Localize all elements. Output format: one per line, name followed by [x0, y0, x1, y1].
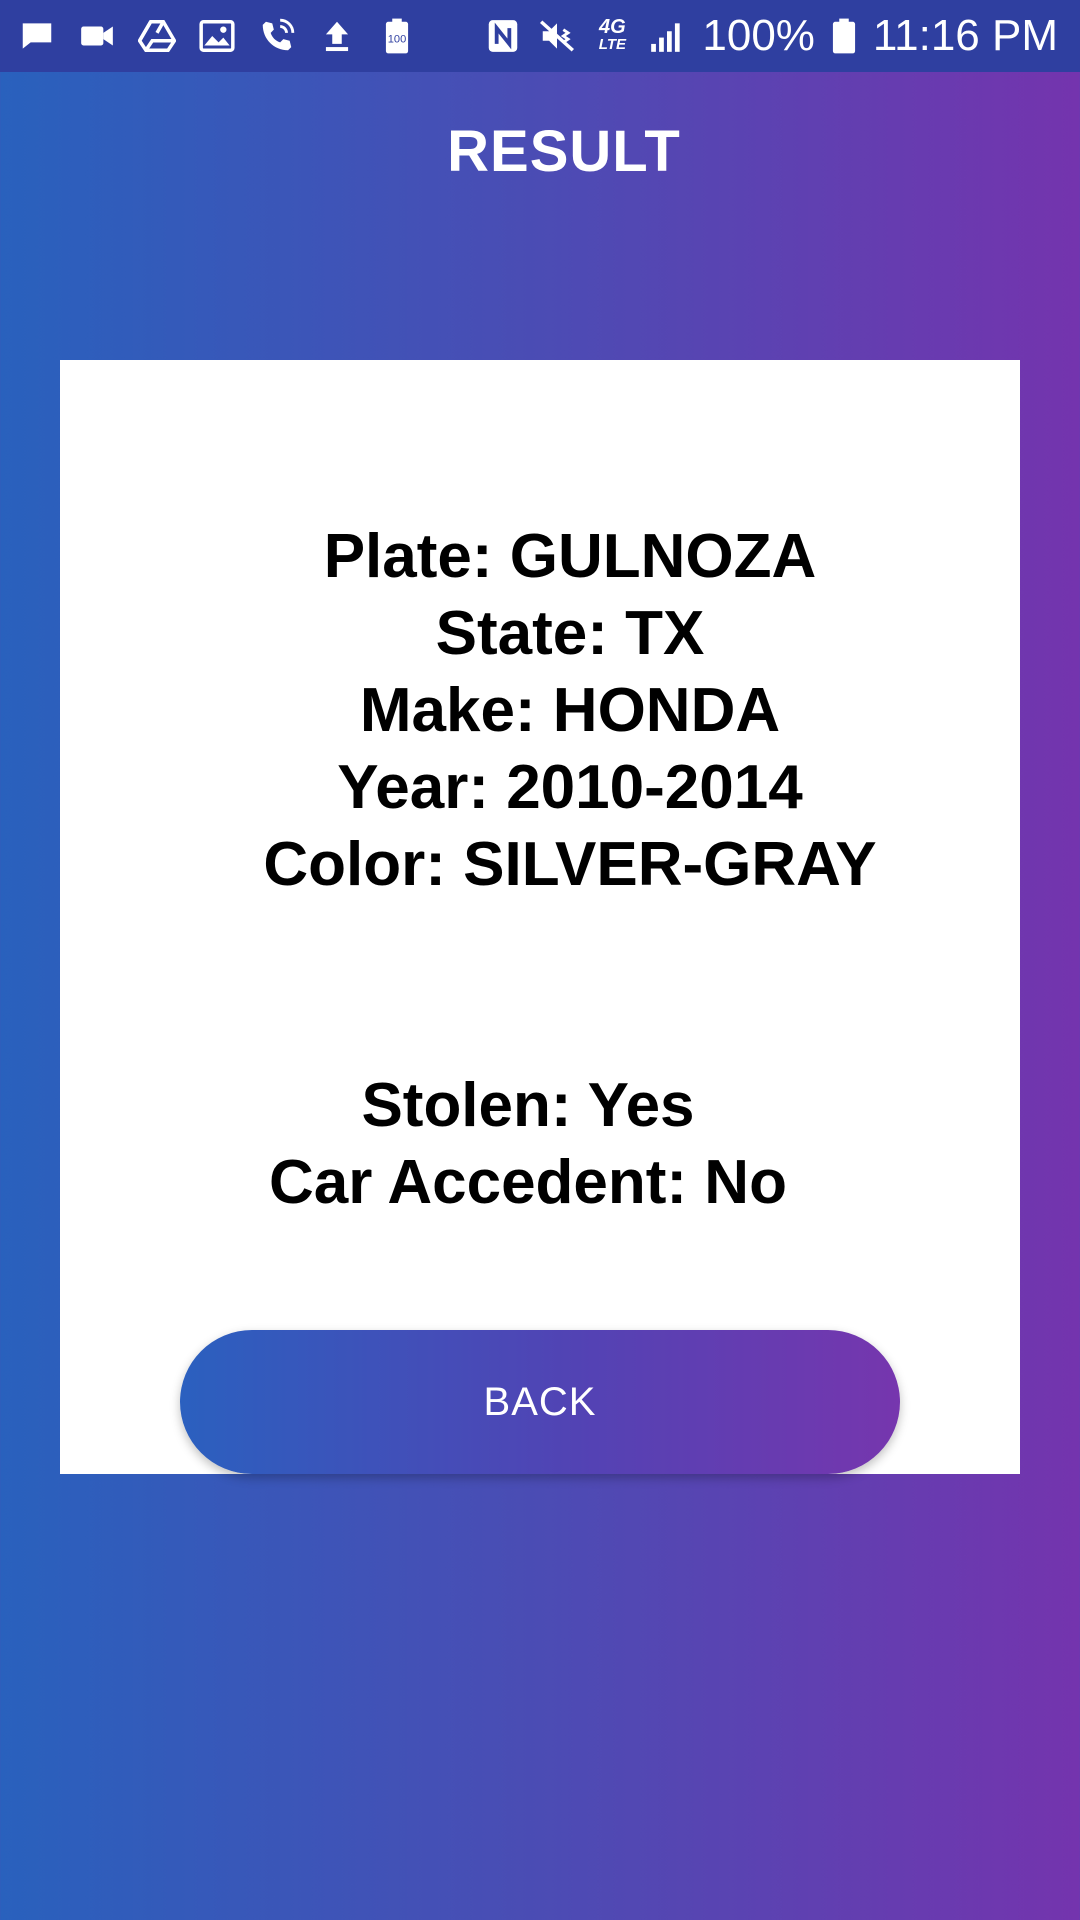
- vehicle-status: Stolen: Yes Car Accedent: No: [60, 1067, 996, 1221]
- plate-text: Plate: GULNOZA: [323, 522, 817, 591]
- battery-small-label: 100: [388, 33, 406, 45]
- status-bar: 100 4G LTE 100% 11:16 PM: [0, 0, 1080, 72]
- make-text: Make: HONDA: [359, 676, 781, 745]
- nfc-icon: [484, 17, 522, 55]
- wifi-call-icon: [258, 17, 296, 55]
- vehicle-info: Plate: GULNOZA State: TX Make: HONDA Yea…: [60, 518, 1080, 903]
- page-title: RESULT: [447, 119, 681, 184]
- status-bar-system: 4G LTE 100% 11:16 PM: [484, 0, 1058, 72]
- video-icon: [78, 17, 116, 55]
- network-label-top: 4G: [599, 16, 626, 38]
- clock: 11:16 PM: [872, 11, 1058, 60]
- status-bar-notifications: 100: [18, 0, 416, 72]
- battery-percent: 100%: [702, 11, 815, 60]
- signal-icon: [648, 17, 686, 55]
- back-button[interactable]: BACK: [180, 1330, 900, 1474]
- color-text: Color: SILVER-GRAY: [263, 830, 877, 899]
- result-card: Plate: GULNOZA State: TX Make: HONDA Yea…: [60, 360, 1020, 1474]
- battery-icon: [831, 17, 857, 55]
- year-text: Year: 2010-2014: [337, 753, 803, 822]
- mute-vibrate-icon: [538, 17, 576, 55]
- drive-icon: [138, 17, 176, 55]
- upload-icon: [318, 17, 356, 55]
- network-label-bottom: LTE: [598, 36, 626, 53]
- image-icon: [198, 17, 236, 55]
- message-icon: [18, 17, 56, 55]
- accident-text: Car Accedent: No: [269, 1148, 787, 1217]
- battery-100-icon: 100: [378, 17, 416, 55]
- network-4g-lte-icon: 4G LTE: [592, 17, 632, 55]
- state-text: State: TX: [435, 599, 705, 668]
- stolen-text: Stolen: Yes: [361, 1071, 695, 1140]
